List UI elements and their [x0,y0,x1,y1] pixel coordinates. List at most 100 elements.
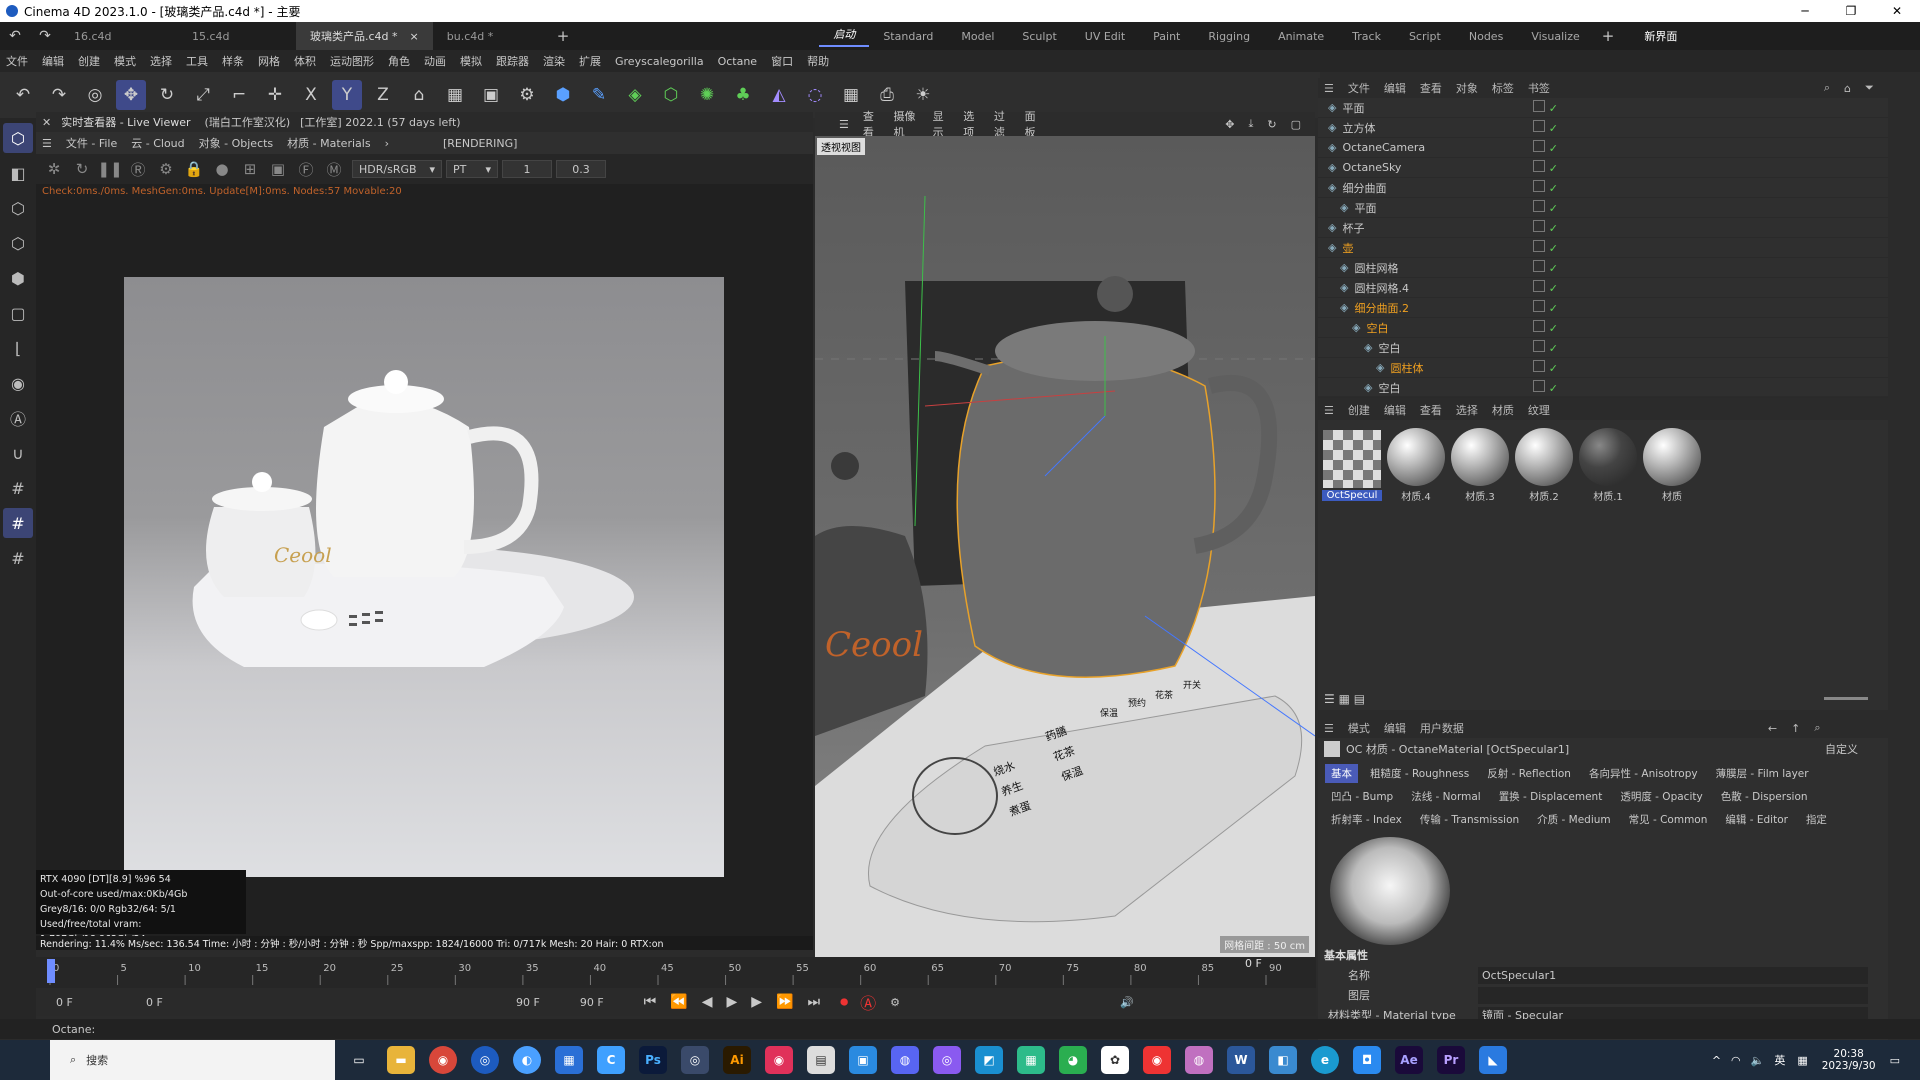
layout-tab[interactable]: Standard [869,30,947,43]
start-frame-field[interactable]: 0 F [56,996,116,1009]
render-settings-icon[interactable]: ⚙ [512,80,542,110]
menu-item[interactable]: 扩展 [579,53,601,69]
material-swatch[interactable]: 材质.2 [1514,426,1574,503]
visibility-toggle-icon[interactable]: ✓ [1528,380,1558,395]
om-menu-item[interactable]: 对象 [1456,80,1478,96]
render-picture-viewer-icon[interactable]: ▣ [476,80,506,110]
autokey-icon[interactable]: Ⓐ [860,990,876,1014]
lv-menu-objects[interactable]: 对象 - Objects [199,135,274,151]
menu-item[interactable]: 文件 [6,53,28,69]
attr-tab[interactable]: 指定 [1800,810,1833,829]
focus-icon[interactable]: Ⓕ [292,158,320,180]
magnet-icon[interactable]: ∪ [3,438,33,468]
maximize-button[interactable]: ❐ [1828,0,1874,22]
close-tab-icon[interactable]: × [410,30,419,43]
menu-item[interactable]: 编辑 [42,53,64,69]
visibility-toggle-icon[interactable]: ✓ [1528,260,1558,275]
workplane-icon[interactable]: # [3,473,33,503]
lv-menu-cloud[interactable]: 云 - Cloud [131,135,184,151]
playhead[interactable] [47,959,55,983]
visibility-toggle-icon[interactable]: ✓ [1528,160,1558,175]
visibility-toggle-icon[interactable]: ✓ [1528,140,1558,155]
attr-tab[interactable]: 折射率 - Index [1325,810,1408,829]
app-icon[interactable]: ▤ [807,1046,835,1074]
wechat-icon[interactable]: ◕ [1059,1046,1087,1074]
material-swatch[interactable]: 材质 [1642,426,1702,503]
app-icon[interactable]: C [597,1046,625,1074]
menu-item[interactable]: 模式 [114,53,136,69]
close-button[interactable]: ✕ [1874,0,1920,22]
app-icon[interactable]: ◉ [765,1046,793,1074]
maximize-view-icon[interactable]: ▢ [1291,118,1301,131]
visibility-toggle-icon[interactable]: ✓ [1528,360,1558,375]
value-field-2[interactable]: 0.3 [556,160,606,178]
viewport-canvas[interactable]: 透视视图 Ceool 养生 花茶 烧水 药膳 煮蛋 保温 保温 预约 花茶 开关… [815,136,1315,957]
visibility-toggle-icon[interactable]: ✓ [1528,320,1558,335]
layout-tab[interactable]: Nodes [1455,30,1517,43]
notification-icon[interactable]: ▭ [1890,1054,1900,1067]
visibility-toggle-icon[interactable]: ✓ [1528,280,1558,295]
x-axis-icon[interactable]: X [296,80,326,110]
perspective-viewport[interactable]: ☰ 查看 摄像机 显示 选项 过滤 面板 ✥ ⤓ ↻ ▢ 透视视图 Ceool [815,110,1315,957]
attr-tab[interactable]: 置换 - Displacement [1493,787,1609,806]
layout-tab[interactable]: Animate [1264,30,1338,43]
app-icon[interactable]: ◧ [1269,1046,1297,1074]
object-mode-icon[interactable]: ◧ [3,158,33,188]
material-swatch[interactable]: 材质.4 [1386,426,1446,503]
pause-icon[interactable]: ❚❚ [96,158,124,180]
app-icon[interactable]: ◣ [1479,1046,1507,1074]
scale-icon[interactable]: ⤢ [188,80,218,110]
settings-icon[interactable]: ⚙ [152,158,180,180]
object-row[interactable]: ◈ OctaneSky ✓ [1318,158,1888,178]
app-icon[interactable]: ▣ [849,1046,877,1074]
undo-icon[interactable]: ↶ [0,28,30,44]
attr-tab[interactable]: 色散 - Dispersion [1715,787,1814,806]
prev-key-icon[interactable]: ⏪ [670,994,687,1010]
material-swatch[interactable]: 材质.1 [1578,426,1638,503]
polygons-mode-icon[interactable]: ⬢ [3,263,33,293]
menu-item[interactable]: 体积 [294,53,316,69]
sound-icon[interactable]: 🔊 [1120,996,1134,1009]
layout-tab[interactable]: Paint [1139,30,1194,43]
grid-icon[interactable]: # [3,508,33,538]
field-icon[interactable]: ◌ [800,80,830,110]
deformer-icon[interactable]: ◭ [764,80,794,110]
layout-tab[interactable]: Model [947,30,1008,43]
lock-icon[interactable]: 🔒 [180,158,208,180]
doc-tab[interactable]: 16.c4d [60,22,178,50]
cube-icon[interactable]: ⬢ [548,80,578,110]
transform-icon[interactable]: ⌐ [224,80,254,110]
snap-icon[interactable]: Ⓐ [3,403,33,433]
rotate-icon[interactable]: ↻ [152,80,182,110]
c4d-icon[interactable]: ◎ [471,1046,499,1074]
menu-item[interactable]: 运动图形 [330,53,374,69]
max-frame-field[interactable]: 90 F [580,996,604,1009]
object-row[interactable]: ◈ 平面 ✓ [1318,98,1888,118]
z-axis-icon[interactable]: Z [368,80,398,110]
menu-item[interactable]: 窗口 [771,53,793,69]
visibility-toggle-icon[interactable]: ✓ [1528,220,1558,235]
app-icon[interactable]: ◘ [1353,1046,1381,1074]
goto-start-icon[interactable]: ⏮ [644,994,657,1010]
move-icon[interactable]: ✥ [116,80,146,110]
attr-tab[interactable]: 法线 - Normal [1405,787,1486,806]
object-row[interactable]: ◈ 圆柱网格 ✓ [1318,258,1888,278]
om-menu-item[interactable]: 文件 [1348,80,1370,96]
layout-tab[interactable]: UV Edit [1071,30,1139,43]
filter-icon[interactable]: ⏷ [1865,81,1874,95]
search-icon[interactable]: ⌕ [1824,81,1830,95]
attr-tab[interactable]: 编辑 - Editor [1719,810,1794,829]
app-icon[interactable]: ◎ [933,1046,961,1074]
camera-icon[interactable]: ⎙ [872,80,902,110]
aftereffects-icon[interactable]: Ae [1395,1046,1423,1074]
preset-dropdown[interactable]: 自定义 [1825,741,1858,757]
color-space-dropdown[interactable]: HDR/sRGB ▾ [352,160,442,178]
back-arrow-icon[interactable]: ← [1768,722,1777,735]
object-row[interactable]: ◈ 细分曲面.2 ✓ [1318,298,1888,318]
attr-tab[interactable]: 传输 - Transmission [1414,810,1525,829]
am-menu-item[interactable]: 用户数据 [1420,720,1464,736]
app-icon[interactable]: ◍ [1185,1046,1213,1074]
minimize-button[interactable]: ─ [1782,0,1828,22]
record-icon[interactable]: ⏺ [840,992,848,1012]
visibility-toggle-icon[interactable]: ✓ [1528,240,1558,255]
